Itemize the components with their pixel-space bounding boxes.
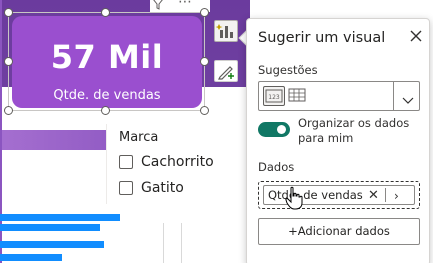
field-chip-divider xyxy=(385,188,386,202)
suggestion-option-card[interactable]: 123 xyxy=(263,86,285,106)
resize-handle[interactable] xyxy=(200,106,209,115)
svg-text:123: 123 xyxy=(268,94,280,101)
suggest-visual-icon xyxy=(215,24,233,38)
resize-handle[interactable] xyxy=(4,8,13,17)
suggestion-option-table[interactable] xyxy=(287,86,309,106)
brand-slicer: Marca Cachorrito Gatito xyxy=(106,124,246,204)
slicer-item-label: Gatito xyxy=(141,180,184,196)
chart-bar[interactable] xyxy=(0,214,120,221)
organize-data-toggle[interactable] xyxy=(258,122,290,137)
format-visual-button[interactable] xyxy=(214,60,238,82)
checkbox[interactable] xyxy=(119,181,133,195)
slicer-item-label: Cachorrito xyxy=(141,154,214,170)
suggest-visual-button[interactable] xyxy=(214,20,238,42)
chart-gridline xyxy=(181,223,182,263)
toggle-label: Organizar os dados para mim xyxy=(298,116,410,145)
add-data-button[interactable]: +Adicionar dados xyxy=(258,218,420,245)
suggest-visual-pane: Sugerir um visual Sugestões 123 Organiza… xyxy=(246,18,430,263)
card-value: 57 Mil xyxy=(50,38,164,76)
chevron-right-icon[interactable]: › xyxy=(394,188,399,204)
resize-handle[interactable] xyxy=(200,8,209,17)
chart-bar[interactable] xyxy=(0,241,104,248)
suggestions-label: Sugestões xyxy=(258,63,318,77)
close-icon xyxy=(410,30,422,42)
data-label: Dados xyxy=(258,160,295,174)
table-visual-icon xyxy=(288,88,306,102)
format-visual-icon xyxy=(218,66,234,80)
resize-handle[interactable] xyxy=(4,57,13,66)
resize-handle[interactable] xyxy=(101,8,110,17)
card-label: Qtde. de vendas xyxy=(53,88,161,103)
more-options-icon[interactable]: ⋯ xyxy=(178,0,192,9)
resize-handle[interactable] xyxy=(101,106,110,115)
chevron-down-icon[interactable] xyxy=(401,91,415,110)
hand-cursor-icon xyxy=(285,186,303,210)
toggle-knob xyxy=(277,125,286,134)
field-well[interactable]: Qtde. de vendas ✕ › xyxy=(258,181,420,209)
chart-bar[interactable] xyxy=(0,224,100,231)
slicer-item[interactable]: Gatito xyxy=(119,180,184,196)
chart-gridline xyxy=(163,223,164,263)
card-visual-icon: 123 xyxy=(265,89,283,103)
resize-handle[interactable] xyxy=(4,106,13,115)
suggestions-dropdown[interactable]: 123 xyxy=(258,81,420,111)
resize-handle[interactable] xyxy=(200,57,209,66)
chart-bar[interactable] xyxy=(0,254,62,261)
checkbox[interactable] xyxy=(119,155,133,169)
slicer-title: Marca xyxy=(119,130,159,145)
field-chip-label: Qtde. de vendas xyxy=(268,188,363,202)
close-button[interactable] xyxy=(407,27,425,45)
slicer-item[interactable]: Cachorrito xyxy=(119,154,214,170)
dropdown-divider xyxy=(393,82,394,110)
pane-title: Sugerir um visual xyxy=(258,30,386,46)
remove-field-icon[interactable]: ✕ xyxy=(368,188,379,204)
